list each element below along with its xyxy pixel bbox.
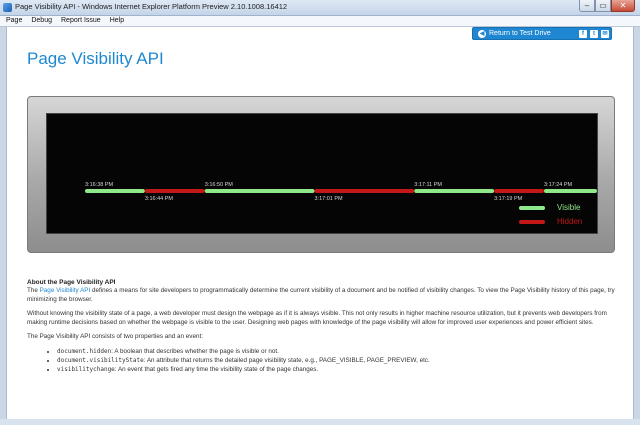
code-visibilitychange: visibilitychange (57, 365, 115, 373)
bullet-text: : A boolean that describes whether the p… (111, 347, 279, 355)
page-title: Page Visibility API (27, 49, 164, 68)
menu-report-issue[interactable]: Report Issue (61, 16, 101, 26)
menu-debug[interactable]: Debug (31, 16, 52, 26)
timeline-time-label: 3:16:38 PM (85, 182, 114, 188)
return-to-test-drive-button[interactable]: ◀ Return to Test Drive f t ✉ (472, 27, 612, 40)
timeline-time-label: 3:17:11 PM (414, 182, 442, 188)
twitter-icon[interactable]: t (590, 30, 598, 38)
browser-icon (3, 3, 12, 12)
timeline-segment-hidden (314, 189, 415, 193)
about-paragraph-2: Without knowing the visibility state of … (27, 310, 607, 326)
timeline-segment-visible (544, 189, 597, 193)
visibility-demo-frame: 3:16:38 PM 3:16:50 PM 3:17:11 PM 3:17:24 PM… (27, 96, 615, 253)
menu-bar: Page Debug Report Issue Help (0, 16, 640, 27)
return-label: Return to Test Drive (489, 30, 551, 37)
window-controls: – ▭ ✕ (579, 0, 635, 13)
timeline-legend: Visible Hidden (519, 202, 599, 234)
legend-hidden-swatch (519, 220, 545, 224)
timeline-time-label: 3:16:50 PM (205, 182, 234, 188)
p1-rest: defines a means for site developers to p… (27, 287, 615, 303)
close-button[interactable]: ✕ (611, 0, 635, 12)
legend-hidden-label: Hidden (557, 217, 583, 226)
list-item: visibilitychange: An event that gets fir… (57, 366, 617, 375)
timeline-segment-hidden (144, 189, 205, 193)
legend-visible-label: Visible (557, 203, 581, 212)
timeline-segment-visible (204, 189, 315, 193)
about-paragraph-3: The Page Visibility API consists of two … (27, 333, 203, 341)
timeline-segment-visible (85, 189, 145, 193)
timeline-segment-visible (414, 189, 495, 193)
code-document-hidden: document.hidden (57, 347, 112, 355)
page-visibility-api-link[interactable]: Page Visibility API (40, 287, 91, 294)
p1-prefix: The (27, 287, 40, 294)
about-heading: About the Page Visibility API (27, 279, 116, 286)
title-bar: Page Visibility API - Windows Internet E… (0, 0, 640, 16)
menu-help[interactable]: Help (110, 16, 124, 26)
about-paragraph-1: The Page Visibility API defines a means … (27, 287, 617, 304)
maximize-button[interactable]: ▭ (595, 0, 611, 12)
visibility-timeline-panel: 3:16:38 PM 3:16:50 PM 3:17:11 PM 3:17:24 PM… (46, 113, 598, 234)
visibility-timeline: 3:16:38 PM 3:16:50 PM 3:17:11 PM 3:17:24 PM… (85, 182, 597, 202)
back-arrow-icon: ◀ (478, 30, 486, 38)
api-members-list: document.hidden: A boolean that describe… (27, 348, 617, 374)
about-section: About the Page Visibility API The Page V… (27, 278, 617, 374)
page-content: ◀ Return to Test Drive f t ✉ Page Visibi… (6, 27, 634, 419)
timeline-time-label: 3:17:24 PM (544, 182, 573, 188)
bullet-text: : An attribute that returns the detailed… (143, 356, 430, 364)
bullet-text: : An event that gets fired any time the … (114, 365, 319, 373)
status-bar (0, 419, 640, 425)
timeline-time-label: 3:17:01 PM (315, 196, 344, 202)
list-item: document.hidden: A boolean that describe… (57, 348, 617, 357)
window-title: Page Visibility API - Windows Internet E… (15, 2, 288, 11)
timeline-segment-hidden (494, 189, 544, 193)
menu-page[interactable]: Page (6, 16, 22, 26)
facebook-icon[interactable]: f (579, 30, 587, 38)
code-visibility-state: document.visibilityState (57, 356, 144, 364)
timeline-time-label: 3:16:44 PM (145, 196, 174, 202)
minimize-button[interactable]: – (579, 0, 595, 12)
list-item: document.visibilityState: An attribute t… (57, 357, 617, 366)
email-icon[interactable]: ✉ (601, 30, 609, 38)
legend-visible-swatch (519, 206, 545, 210)
